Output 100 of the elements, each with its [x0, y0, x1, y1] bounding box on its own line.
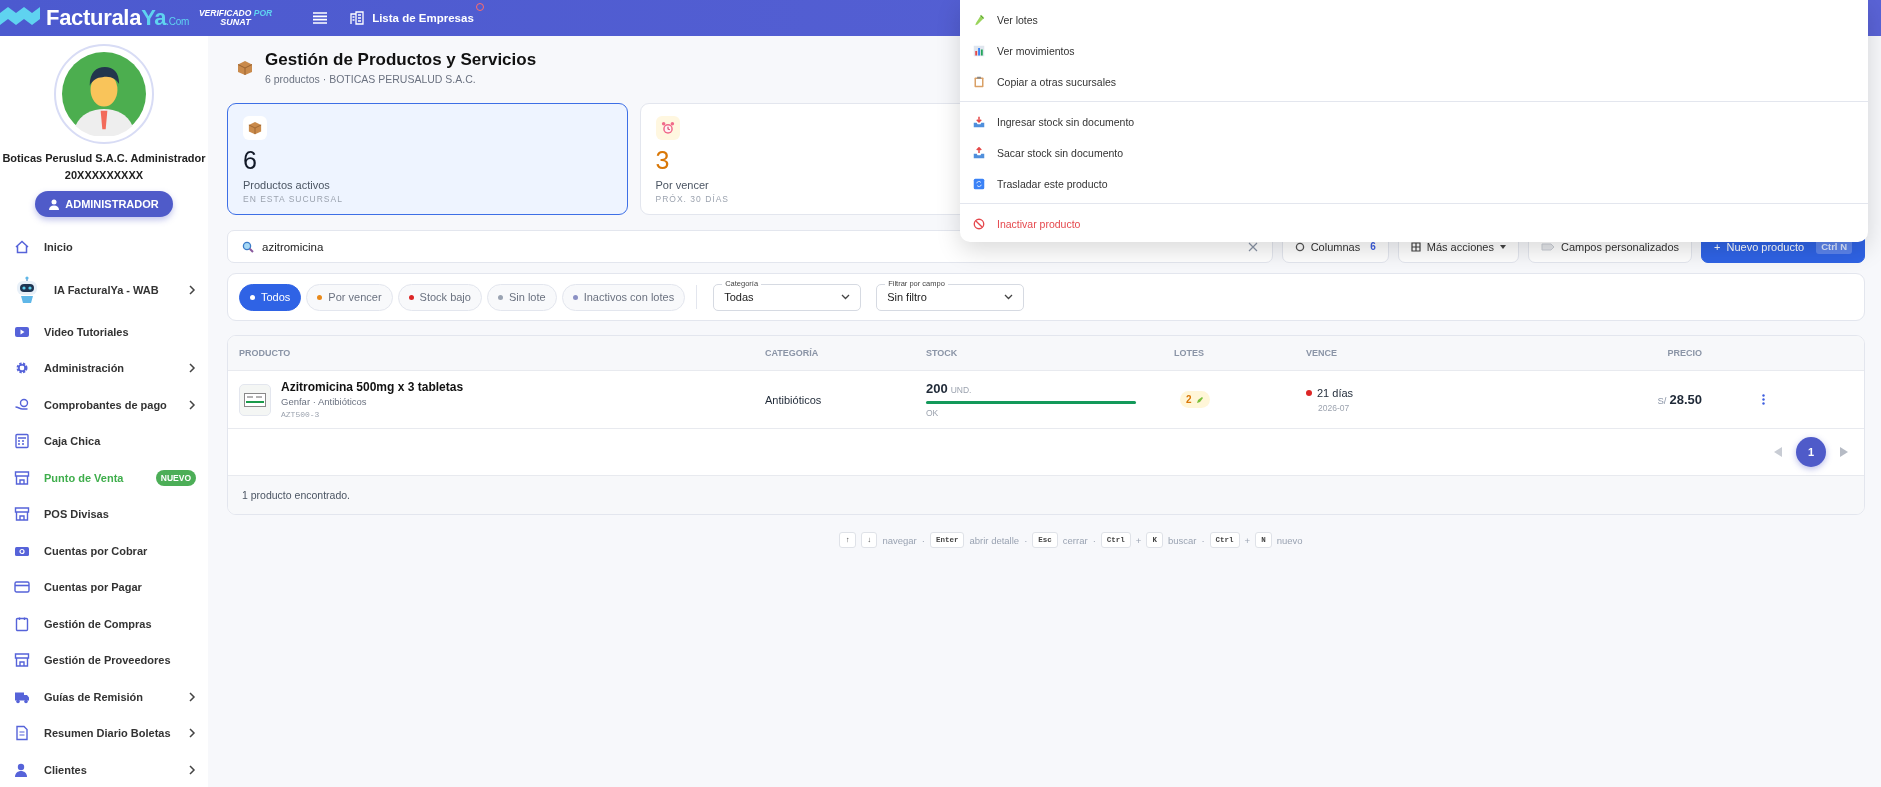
document-icon: [14, 725, 30, 742]
product-row[interactable]: Azitromicina 500mg x 3 tabletas Genfar · Antibióticos AZT500-3 Antibióticos 200 UND. OK 2 21 días 2026-07 S/ 28.50: [228, 371, 1864, 429]
user-name: Boticas Peruslud S.A.C. Administrador: [2, 152, 206, 164]
separator-dot: ·: [1024, 534, 1028, 546]
robot-icon: [14, 275, 40, 304]
column-header: PRECIO: [1666, 348, 1702, 358]
pill-box-icon: [244, 392, 266, 407]
sidebar-item[interactable]: POS Divisas: [0, 496, 208, 533]
stat-value: 3: [655, 146, 670, 175]
page-subtitle: 6 productos · BOTICAS PERUSALUD S.A.C.: [265, 73, 477, 85]
category-text: Antibióticos: [765, 393, 823, 406]
chevron-right-icon: [188, 284, 196, 295]
filter-chip[interactable]: Por vencer: [306, 283, 393, 311]
person-icon: [14, 761, 30, 778]
plus-sign: +: [1244, 534, 1251, 546]
package-icon: [248, 121, 262, 135]
filter-chip[interactable]: Inactivos con lotes: [561, 283, 686, 311]
menu-item[interactable]: Ver movimientos: [960, 35, 1868, 66]
sidebar-item[interactable]: Administración: [0, 350, 208, 387]
stat-value: 6: [243, 146, 257, 175]
building-icon: [350, 11, 365, 25]
sidebar-item[interactable]: Video Tutoriales: [0, 313, 208, 350]
plus-sign: +: [1135, 534, 1142, 546]
user-ruc: 20XXXXXXXXX: [64, 169, 144, 181]
sidebar-item[interactable]: Guías de Remisión: [0, 678, 208, 715]
store-icon: [14, 652, 30, 669]
column-header: STOCK: [926, 348, 959, 358]
chevron-right-icon: [188, 399, 196, 410]
logo-text: FacturalaYa.Com: [46, 5, 189, 31]
home-icon: [14, 239, 30, 256]
stat-label: Por vencer: [655, 179, 709, 191]
product-brand: Genfar · Antibióticos: [281, 396, 368, 407]
outbox-tray-icon: [973, 146, 985, 159]
sidebar-item[interactable]: Gestión de Compras: [0, 605, 208, 642]
shortcut-label: buscar: [1167, 534, 1197, 546]
store-icon: [14, 469, 30, 486]
search-icon: [242, 240, 254, 253]
clear-icon[interactable]: [1247, 241, 1258, 252]
stat-caption: PRÓX. 30 DÍAS: [655, 194, 729, 204]
chevron-right-icon: [188, 764, 196, 775]
sidebar-item[interactable]: Cuentas por Cobrar: [0, 532, 208, 569]
sidebar-item[interactable]: Clientes: [0, 751, 208, 787]
package-icon: [237, 59, 253, 76]
sidebar-item[interactable]: Caja Chica: [0, 423, 208, 460]
bar-chart-icon: [973, 44, 985, 57]
sidebar-item[interactable]: Inicio: [0, 229, 208, 266]
shortcut-label: cerrar: [1062, 534, 1088, 546]
page-button[interactable]: 1: [1796, 437, 1826, 467]
stat-caption: EN ESTA SUCURSAL: [243, 194, 343, 204]
pencil-icon: [1195, 395, 1204, 404]
column-header: CATEGORÍA: [765, 348, 820, 358]
product-name: Azitromicina 500mg x 3 tabletas: [281, 380, 464, 394]
sidebar-item[interactable]: Gestión de Proveedores: [0, 642, 208, 679]
menu-item[interactable]: Ver lotes: [960, 4, 1868, 35]
separator-dot: ·: [1092, 534, 1096, 546]
stat-label: Productos activos: [243, 179, 330, 191]
stat-card[interactable]: 6 Productos activos EN ESTA SUCURSAL: [227, 103, 628, 215]
menu-icon[interactable]: [312, 11, 329, 25]
calculator-icon: [14, 433, 30, 450]
shortcut-label: abrir detalle: [969, 534, 1020, 546]
price-text: S/ 28.50: [1656, 392, 1702, 407]
chevron-right-icon: [188, 363, 196, 374]
product-code: AZT500-3: [281, 410, 321, 419]
sidebar-item[interactable]: Comprobantes de pago: [0, 386, 208, 423]
sidebar-item[interactable]: Resumen Diario Boletas: [0, 715, 208, 752]
separator-dot: ·: [1201, 534, 1205, 546]
grid-icon: [1410, 241, 1421, 252]
filter-chip[interactable]: Todos: [239, 283, 302, 311]
card-icon: [14, 579, 30, 596]
role-button[interactable]: ADMINISTRADOR: [35, 191, 173, 217]
filter-chip[interactable]: Stock bajo: [397, 283, 482, 311]
expiry-text: 21 días: [1317, 386, 1354, 399]
stock-value: 200 UND.: [926, 381, 973, 396]
sidebar-item[interactable]: IA FacturalYa - WAB: [0, 265, 208, 314]
chevron-right-icon: [188, 728, 196, 739]
column-header: PRODUCTO: [239, 348, 292, 358]
results-count: 1 producto encontrado.: [228, 476, 1864, 514]
companies-link[interactable]: Lista de Empresas: [350, 11, 474, 25]
user-icon: [49, 198, 60, 210]
chevron-down-icon: [1004, 294, 1014, 300]
shortcut-label: navegar: [882, 534, 917, 546]
next-page-icon[interactable]: [1840, 447, 1848, 457]
prohibited-icon: [973, 217, 985, 230]
new-badge: NUEVO: [155, 469, 196, 486]
chevron-right-icon: [188, 691, 196, 702]
separator-dot: ·: [921, 534, 925, 546]
filter-chip[interactable]: Sin lote: [486, 283, 557, 311]
verified-text: VERIFICADO POR SUNAT: [198, 9, 273, 27]
gear-icon: [1294, 241, 1305, 252]
refresh-icon: [973, 177, 985, 190]
kebab-menu-icon[interactable]: [1761, 394, 1765, 405]
clipboard-icon: [14, 615, 30, 632]
sidebar-item[interactable]: Cuentas por Pagar: [0, 569, 208, 606]
store-icon: [14, 506, 30, 523]
menu-item[interactable]: Copiar a otras sucursales: [960, 66, 1868, 97]
alarm-clock-icon: [660, 121, 675, 135]
search-input[interactable]: azitromicina: [260, 239, 1242, 254]
page-title: Gestión de Productos y Servicios: [265, 50, 537, 70]
stock-status: OK: [926, 408, 940, 418]
clipboard-icon: [973, 75, 985, 88]
